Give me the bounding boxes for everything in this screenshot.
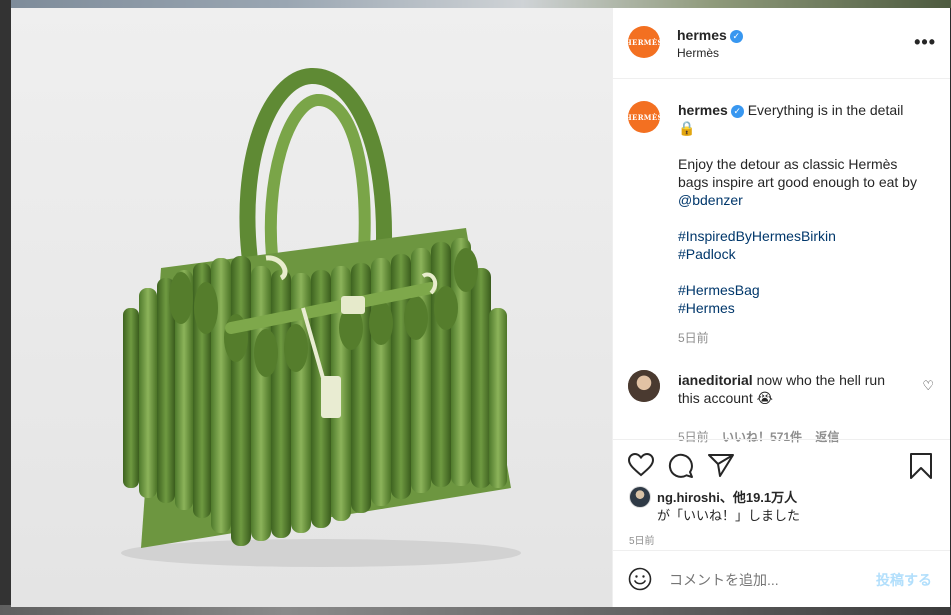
comments-area: HERMÈS hermes ✓ Everything is in the deta… [613,79,950,444]
likes-others[interactable]: 、他19.1万人 [720,490,797,505]
comment-username[interactable]: ianeditorial [678,372,753,388]
background-strip-left [0,0,11,615]
mention-link[interactable]: @bdenzer [678,192,743,208]
heart-icon[interactable] [628,453,654,477]
caption-line1: Everything is in the detail [747,102,904,118]
hashtag-link[interactable]: #InspiredByHermesBirkin [678,227,928,245]
post-time[interactable]: 5日前 [629,532,655,547]
avatar-logo-text: HERMÈS [625,37,663,47]
add-comment-bar: 投稿する [613,551,950,607]
verified-badge-icon: ✓ [729,30,743,43]
verified-badge-icon: ✓ [730,105,744,118]
post-modal: HERMÈS hermes ✓ Hermès ••• HERMÈS hermes ✓… [11,8,950,607]
hermes-avatar[interactable]: HERMÈS [625,26,663,58]
padlock-emoji: 🔒 [678,120,696,136]
likes-suffix: が「いいね！」しました [657,508,801,523]
post-button[interactable]: 投稿する [876,570,932,590]
hashtag-link[interactable]: #Hermes [678,299,928,317]
send-icon[interactable] [708,453,734,477]
post-photo [11,8,612,607]
post-header: HERMÈS hermes ✓ Hermès ••• [613,8,950,79]
hashtag-link[interactable]: #HermesBag [678,281,928,299]
comment-heart-icon[interactable]: ♡ [922,378,934,394]
hashtag-link[interactable]: #Padlock [678,245,928,263]
crying-emoji: 😭 [756,390,773,406]
liker-avatar[interactable] [629,486,651,508]
header-username[interactable]: hermes [677,27,727,43]
caption: hermes ✓ Everything is in the detail 🔒 En… [678,101,928,347]
more-icon[interactable]: ••• [914,32,936,53]
likes-summary: ng.hiroshi、他19.1万人 [657,487,797,506]
caption-avatar[interactable]: HERMÈS [625,101,663,133]
background-strip-top [0,0,951,8]
caption-username[interactable]: hermes [678,102,728,118]
comment-input[interactable] [667,567,861,593]
action-bar: ng.hiroshi、他19.1万人 が「いいね！」しました 5日前 [613,440,950,550]
caption-time[interactable]: 5日前 [678,329,928,347]
comment-icon[interactable] [668,453,694,479]
avatar-logo-text: HERMÈS [625,112,663,122]
header-username-row: hermes ✓ [677,27,743,43]
bookmark-icon[interactable] [910,453,932,479]
liker-username[interactable]: ng.hiroshi [657,490,720,505]
smiley-icon[interactable] [628,567,652,591]
asparagus-bag-image [11,8,612,607]
comment: ianeditorial now who the hell run this a… [678,371,903,407]
header-display-name: Hermès [677,46,720,60]
caption-paragraph: Enjoy the detour as classic Hermès bags … [678,156,917,208]
commenter-avatar-face [628,370,660,402]
post-side-panel: HERMÈS hermes ✓ Hermès ••• HERMÈS hermes ✓… [612,8,950,607]
